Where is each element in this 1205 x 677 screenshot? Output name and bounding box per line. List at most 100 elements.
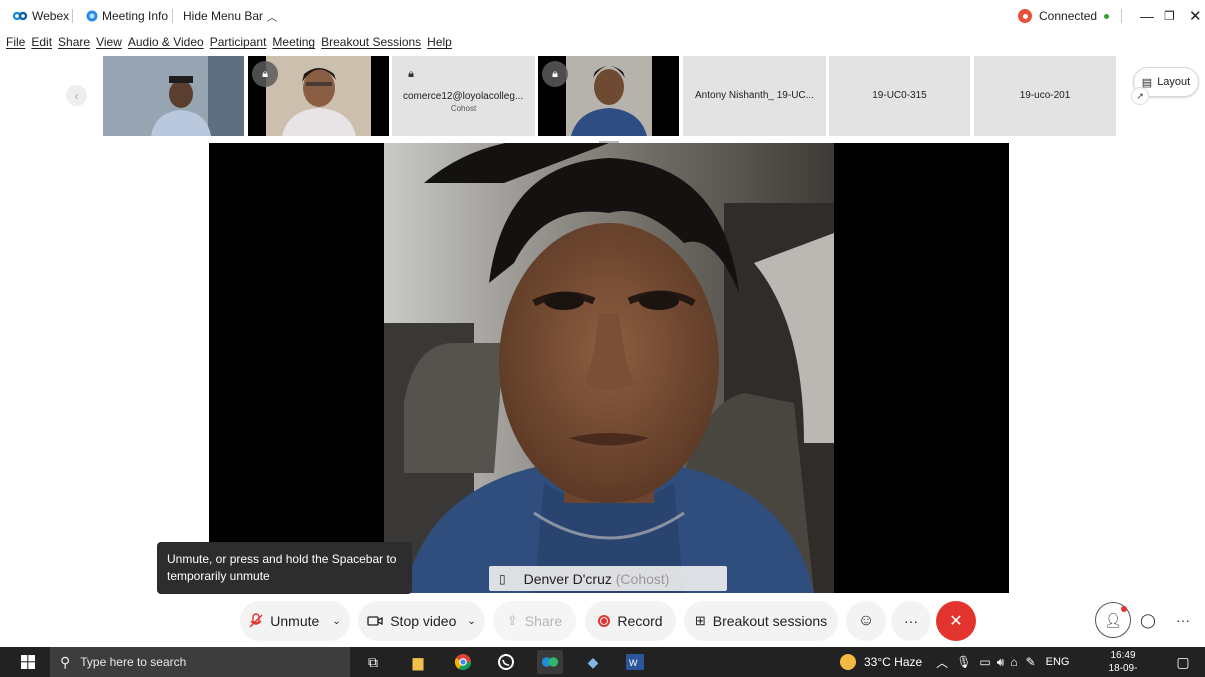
chevron-down-icon[interactable]: ⌄	[332, 616, 340, 627]
menu-file[interactable]: File	[6, 35, 25, 53]
right-panel-controls: 👤︎ ◯ ···	[1095, 602, 1201, 640]
menu-edit[interactable]: Edit	[31, 35, 52, 53]
record-button[interactable]: Record	[585, 601, 676, 641]
title-separator	[1121, 9, 1122, 23]
webex-window: Webex Meeting Info Hide Menu Bar ︿ Conne…	[0, 0, 1205, 677]
restore-button[interactable]: ❐	[1164, 8, 1175, 24]
menu-help[interactable]: Help	[427, 35, 452, 53]
windows-taskbar: ⚲ Type here to search ⧉ ▆ ◆ W 33°C Haze …	[0, 647, 1205, 677]
chat-bubble-icon: ◯	[1140, 611, 1156, 628]
battery-icon[interactable]: ▭	[979, 655, 990, 669]
chevron-down-icon[interactable]: ⌄	[467, 616, 475, 627]
chevron-up-icon[interactable]: ︿	[936, 654, 948, 671]
chevron-up-icon: ︿	[267, 12, 278, 24]
recording-status-icon	[1018, 9, 1032, 23]
minimize-button[interactable]: —	[1140, 8, 1154, 24]
menu-view[interactable]: View	[96, 35, 122, 53]
speaker-video-frame	[384, 143, 834, 593]
taskbar-clock[interactable]: 16:49 18-09-2021	[1103, 649, 1143, 677]
network-icon[interactable]: ⌂	[1010, 655, 1017, 669]
more-panels-button[interactable]: ···	[1165, 602, 1201, 638]
layout-label: Layout	[1157, 76, 1191, 88]
search-placeholder: Type here to search	[80, 655, 187, 669]
taskbar-search-box[interactable]: ⚲ Type here to search	[50, 647, 350, 677]
webex-taskbar-icon[interactable]	[537, 650, 563, 674]
shield-icon	[86, 10, 98, 22]
volume-icon[interactable]: 🔊︎	[997, 655, 1005, 670]
speaker-name: Denver D'cruz	[523, 570, 612, 587]
chat-button[interactable]: ◯	[1130, 602, 1166, 638]
close-window-button[interactable]: ✕	[1189, 8, 1202, 25]
leave-meeting-button[interactable]: ✕	[936, 601, 976, 641]
reactions-button[interactable]: ☺	[846, 601, 886, 641]
smiley-icon: ☺	[857, 612, 875, 629]
participant-name: 19-UC0-315	[872, 90, 927, 101]
hide-menu-label: Hide Menu Bar	[183, 9, 264, 23]
connection-status[interactable]: Connected	[1018, 8, 1110, 24]
participant-thumbnail[interactable]: 🔒︎	[538, 56, 679, 136]
system-tray: 33°C Haze ︿ 🎙︎ ▭ 🔊︎ ⌂ ✎ ENG	[840, 647, 1069, 677]
notification-center-icon[interactable]: ▢	[1170, 650, 1196, 674]
menu-bar: File Edit Share View Audio & Video Parti…	[6, 35, 458, 53]
webex-logo-icon	[12, 11, 28, 21]
more-icon: ···	[904, 613, 918, 629]
unmute-tooltip: Unmute, or press and hold the Spacebar t…	[157, 542, 412, 594]
weather-sun-icon[interactable]	[840, 654, 856, 670]
lock-icon: 🔒︎	[542, 61, 568, 87]
participant-thumbnail[interactable]	[103, 56, 244, 136]
participant-name: comerce12@loyolacolleg...	[403, 91, 524, 102]
windows-logo-icon	[21, 655, 35, 669]
word-icon[interactable]: W	[622, 650, 648, 674]
participants-icon: 👤︎	[1104, 611, 1122, 628]
participant-video	[103, 56, 244, 136]
weather-text[interactable]: 33°C Haze	[864, 655, 922, 669]
menu-share[interactable]: Share	[58, 35, 90, 53]
muted-mic-icon	[249, 613, 263, 628]
main-video-stage	[209, 141, 1009, 593]
status-label: Connected	[1039, 9, 1098, 23]
meeting-info-button[interactable]: Meeting Info	[86, 8, 168, 24]
task-view-icon[interactable]: ⧉	[360, 650, 386, 674]
more-options-button[interactable]: ···	[891, 601, 931, 641]
menu-meeting[interactable]: Meeting	[272, 35, 315, 53]
windows-start-button[interactable]	[8, 647, 48, 677]
participant-thumbnail[interactable]: 🔒︎	[248, 56, 389, 136]
active-speaker-label: ▯ Denver D'cruz (Cohost)	[489, 566, 727, 591]
record-label: Record	[617, 613, 663, 629]
title-separator	[72, 9, 73, 23]
webex-app-button[interactable]: Webex	[12, 8, 69, 24]
speaker-role: (Cohost)	[615, 570, 670, 587]
hide-menu-bar-button[interactable]: Hide Menu Bar ︿	[183, 8, 277, 24]
share-button[interactable]: ⇪ Share	[493, 601, 576, 641]
breakout-grid-icon: ⊞	[694, 613, 706, 628]
participant-thumbnail[interactable]: 🔒︎ comerce12@loyolacolleg... Cohost	[392, 56, 535, 136]
chrome-icon[interactable]	[450, 650, 476, 674]
layout-icon: ▤	[1141, 76, 1153, 89]
notification-dot	[1121, 606, 1127, 612]
whatsapp-icon[interactable]	[493, 650, 519, 674]
stop-video-button[interactable]: Stop video ⌄	[358, 601, 485, 641]
unmute-label: Unmute	[270, 613, 320, 629]
participant-thumbnail[interactable]: 19-uco-201	[974, 56, 1116, 136]
stop-video-label: Stop video	[390, 613, 457, 629]
more-icon: ···	[1176, 612, 1190, 628]
menu-breakout-sessions[interactable]: Breakout Sessions	[321, 35, 421, 53]
microphone-icon[interactable]: 🎙︎	[956, 655, 971, 669]
expand-strip-button[interactable]: ↗	[1131, 87, 1149, 105]
menu-audio-video[interactable]: Audio & Video	[128, 35, 204, 53]
title-separator	[172, 9, 173, 23]
participants-button[interactable]: 👤︎	[1095, 602, 1131, 638]
menu-participant[interactable]: Participant	[210, 35, 267, 53]
participant-thumbnail[interactable]: 19-UC0-315	[829, 56, 970, 136]
meeting-info-label: Meeting Info	[102, 9, 169, 23]
pen-icon[interactable]: ✎	[1026, 655, 1036, 669]
svg-text:W: W	[629, 658, 638, 668]
breakout-sessions-button[interactable]: ⊞ Breakout sessions	[684, 601, 838, 641]
lock-icon: 🔒︎	[408, 67, 414, 80]
language-indicator[interactable]: ENG	[1046, 656, 1070, 668]
file-explorer-icon[interactable]: ▆	[405, 650, 431, 674]
notepad-icon[interactable]: ◆	[580, 650, 606, 674]
share-label: Share	[524, 613, 563, 629]
participant-thumbnail[interactable]: Antony Nishanth_ 19-UC...	[683, 56, 826, 136]
unmute-button[interactable]: Unmute ⌄	[240, 601, 350, 641]
